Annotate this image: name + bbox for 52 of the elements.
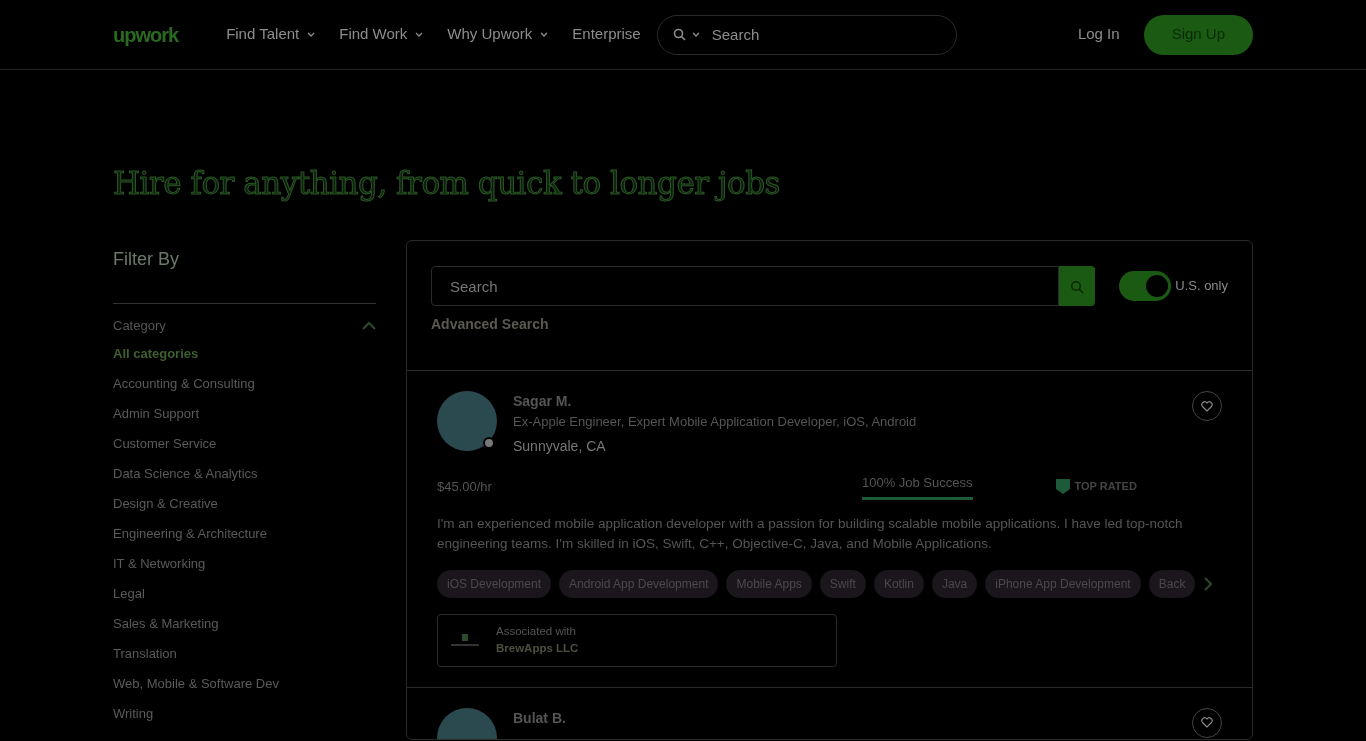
top-rated-label: TOP RATED (1074, 479, 1137, 495)
category-link[interactable]: Data Science & Analytics (113, 463, 258, 483)
category-link[interactable]: Design & Creative (113, 493, 218, 513)
nav-link[interactable]: Find Work (339, 23, 424, 46)
association-card[interactable]: Associated with BrewApps LLC (437, 614, 837, 667)
search-field[interactable]: Search (431, 266, 1060, 307)
advanced-search-link[interactable]: Advanced Search (431, 314, 549, 336)
category-link[interactable]: Legal (113, 583, 145, 603)
category-link[interactable]: Admin Support (113, 403, 199, 423)
category-link[interactable]: Sales & Marketing (113, 613, 219, 633)
chevron-up-icon[interactable] (362, 321, 376, 331)
category-link[interactable]: All categories (113, 343, 199, 363)
chevron-right-icon[interactable] (1203, 577, 1214, 592)
caret-icon (415, 32, 424, 37)
category-link[interactable]: Customer Service (113, 433, 217, 453)
nav-link[interactable]: Why Upwork (447, 23, 549, 46)
category-link[interactable]: Engineering & Architecture (113, 523, 267, 543)
category-link[interactable]: Writing (113, 703, 154, 723)
freelancer-name[interactable]: Bulat B. (513, 707, 566, 729)
freelancer-title: Ex-Apple Engineer, Expert Mobile Application Developer, iOS, Android (513, 413, 917, 432)
category-link[interactable]: Web, Mobile & Software Dev (113, 673, 279, 693)
freelancer-description: I'm an experienced mobile application developer with a passion for building scalable mobile applications. I have led top-notch engineering teams. I'm skilled in iOS, Swift, C++, Objective-C, Java, and Mobile Applications. (437, 515, 1184, 554)
category-link[interactable]: Accounting & Consulting (113, 373, 255, 393)
search-icon (1070, 279, 1085, 294)
search-field[interactable]: Search (656, 14, 957, 55)
page-headline: Hire for anything, from quick to longer jobs (113, 165, 781, 203)
nav-link[interactable]: Enterprise (572, 23, 641, 46)
heart-icon (1201, 717, 1213, 729)
heart-icon (1201, 400, 1213, 412)
company-logo-icon (450, 633, 480, 648)
freelancer-location: Sunnyvale, CA (513, 436, 607, 456)
favorite-button[interactable] (1192, 391, 1222, 422)
search-icon (672, 28, 686, 41)
association-label: Associated with (496, 624, 577, 640)
shield-badge-icon (1054, 478, 1071, 495)
toggle-label: U.S. only (1175, 277, 1228, 296)
freelancer-name[interactable]: Sagar M. (513, 391, 917, 413)
category-link[interactable]: IT & Networking (113, 553, 206, 573)
category-heading: Category (113, 317, 166, 336)
caret-icon (307, 32, 316, 37)
company-name: BrewApps LLC (496, 641, 579, 657)
filter-heading: Filter By (113, 248, 180, 272)
category-link[interactable]: Translation (113, 643, 177, 663)
toggle-switch[interactable] (1119, 271, 1172, 302)
logo[interactable]: upwork (113, 19, 179, 50)
favorite-button[interactable] (1192, 707, 1222, 738)
nav-link[interactable]: Find Talent (226, 23, 316, 46)
hourly-rate: $45.00/hr (437, 477, 492, 496)
caret-icon (540, 32, 549, 37)
login-link[interactable]: Log In (1077, 23, 1120, 46)
search-button[interactable] (1059, 266, 1096, 307)
job-success: 100% Job Success (861, 472, 973, 501)
